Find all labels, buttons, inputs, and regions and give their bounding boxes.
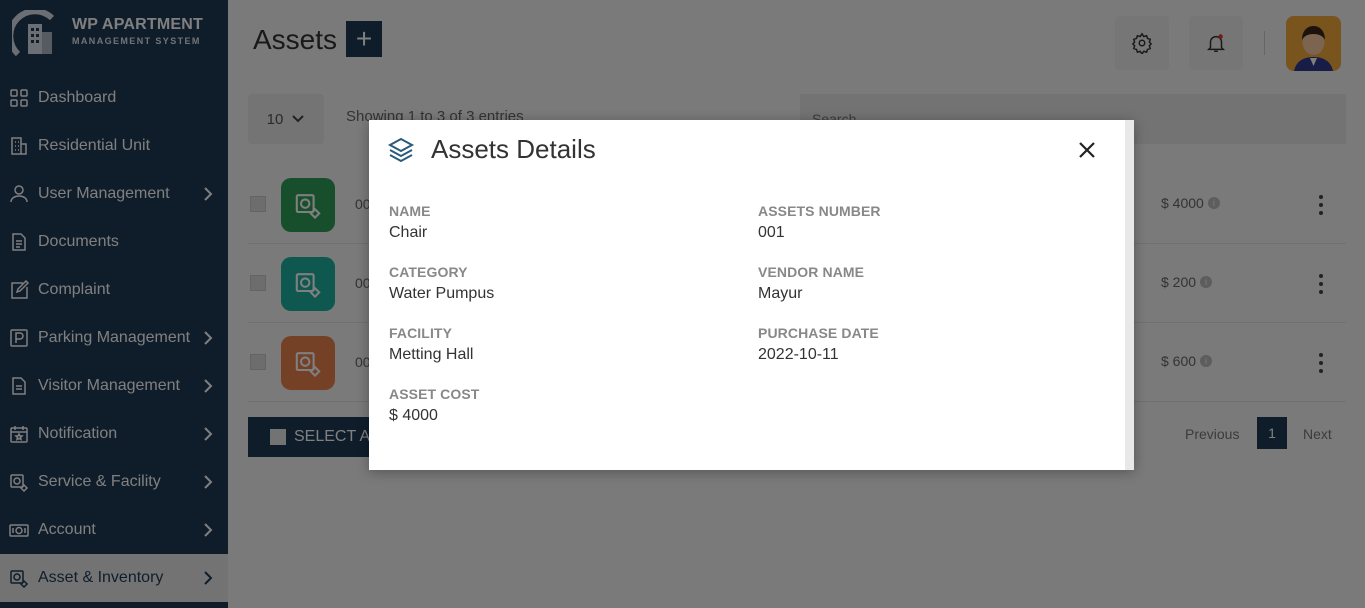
field-label: VENDOR NAME (758, 264, 865, 280)
field-label: PURCHASE DATE (758, 325, 879, 341)
field-label: NAME (389, 203, 431, 219)
field-value: 2022-10-11 (758, 346, 839, 363)
field-vendor-name: VENDOR NAME Mayur (758, 264, 864, 303)
field-value: Water Pumpus (389, 285, 495, 302)
field-purchase-date: PURCHASE DATE 2022-10-11 (758, 325, 879, 364)
field-name: NAME Chair (389, 203, 431, 242)
asset-details-modal: Assets Details NAME Chair ASSETS NUMBER … (369, 120, 1134, 470)
field-category: CATEGORY Water Pumpus (389, 264, 494, 303)
modal-scrollbar[interactable] (1125, 120, 1134, 470)
modal-title: Assets Details (431, 134, 596, 164)
field-value: 001 (758, 224, 785, 241)
field-facility: FACILITY Metting Hall (389, 325, 473, 364)
field-assets-number: ASSETS NUMBER 001 (758, 203, 881, 242)
field-label: ASSET COST (389, 386, 480, 402)
field-value: Mayur (758, 285, 803, 302)
field-asset-cost: ASSET COST $ 4000 (389, 386, 479, 425)
field-label: FACILITY (389, 325, 453, 341)
field-value: $ 4000 (389, 407, 438, 424)
field-label: ASSETS NUMBER (758, 203, 881, 219)
layers-icon (387, 137, 415, 163)
field-value: Metting Hall (389, 346, 474, 363)
field-label: CATEGORY (389, 264, 468, 280)
field-value: Chair (389, 224, 428, 241)
close-icon[interactable] (1075, 138, 1099, 162)
